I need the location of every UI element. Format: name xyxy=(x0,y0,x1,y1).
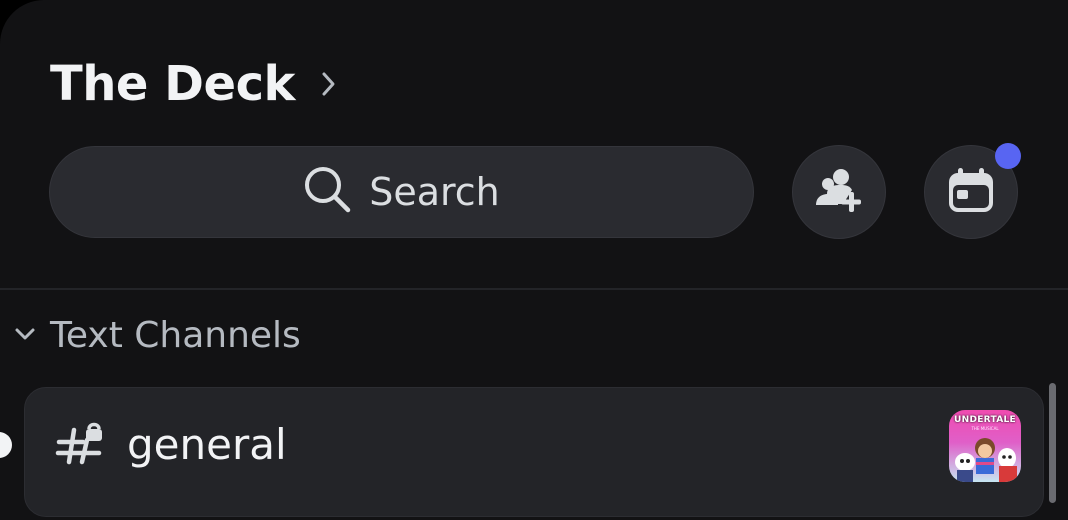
activity-thumbnail[interactable]: UNDERTALE THE MUSICAL xyxy=(949,410,1021,482)
search-bar[interactable]: Search xyxy=(49,146,754,238)
search-icon xyxy=(303,165,353,219)
channel-sidebar: The Deck Search Text Channels general UN… xyxy=(0,0,1068,520)
server-header[interactable]: The Deck xyxy=(50,52,337,116)
add-member-icon xyxy=(813,164,865,220)
activity-artwork xyxy=(955,438,1017,482)
server-name: The Deck xyxy=(50,56,295,112)
unread-indicator xyxy=(0,432,12,458)
channel-item-general[interactable]: general UNDERTALE THE MUSICAL xyxy=(24,387,1044,517)
locked-hashtag-icon xyxy=(55,420,107,476)
category-text-channels[interactable]: Text Channels xyxy=(14,310,301,360)
events-notification-dot xyxy=(995,143,1021,169)
search-placeholder: Search xyxy=(369,170,500,214)
scrollbar[interactable] xyxy=(1049,383,1056,503)
header-divider xyxy=(0,288,1068,290)
chevron-down-icon xyxy=(14,326,36,345)
calendar-icon xyxy=(947,166,995,218)
invite-members-button[interactable] xyxy=(792,145,886,239)
channel-name: general xyxy=(127,420,287,469)
chevron-right-icon xyxy=(321,71,337,97)
category-label: Text Channels xyxy=(50,314,301,356)
